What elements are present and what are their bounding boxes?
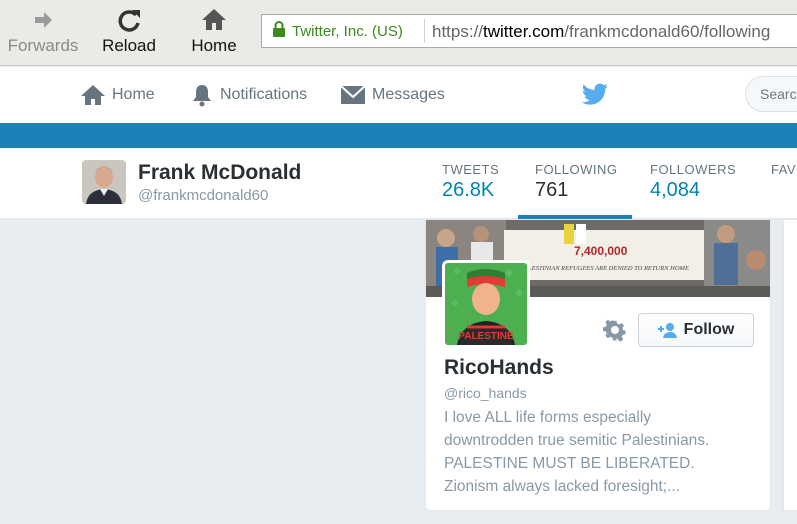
profile-name[interactable]: Frank McDonald xyxy=(138,161,301,185)
nav-notifications-label: Notifications xyxy=(220,86,308,103)
home-button[interactable]: Home xyxy=(174,4,254,62)
banner-sign-text: PALESTINIAN REFUGEES ARE DENIED TO RETUR… xyxy=(520,265,689,272)
browser-toolbar: Forwards Reload Home Twitter, Inc. (US) … xyxy=(0,0,797,66)
stat-label: FAV xyxy=(771,162,797,177)
search-input[interactable] xyxy=(760,86,797,102)
gear-icon xyxy=(603,319,626,342)
twitter-bird-logo[interactable] xyxy=(581,83,609,112)
card-user-name[interactable]: RicoHands xyxy=(444,356,554,380)
nav-home[interactable]: Home xyxy=(80,82,155,108)
bell-icon xyxy=(193,85,211,107)
url-domain: twitter.com xyxy=(483,22,565,41)
user-actions-gear-button[interactable] xyxy=(603,318,627,342)
forwards-button[interactable]: Forwards xyxy=(3,4,83,62)
stat-label: FOLLOWING xyxy=(535,162,618,177)
stat-value: 761 xyxy=(535,179,569,201)
nav-notifications[interactable]: Notifications xyxy=(190,82,307,108)
avatar-slogan: PALESTINE xyxy=(458,331,514,342)
url-path: /frankmcdonald60/following xyxy=(564,22,771,41)
twitter-top-nav: Home Notifications Messages xyxy=(0,67,797,123)
card-avatar[interactable]: PALESTINE xyxy=(442,260,530,348)
profile-nav-bar: Frank McDonald @frankmcdonald60 TWEETS 2… xyxy=(0,148,797,219)
envelope-icon xyxy=(340,85,366,104)
stat-label: TWEETS xyxy=(442,162,500,177)
card-user-bio: I love ALL life forms especially downtro… xyxy=(444,409,710,495)
add-user-icon xyxy=(657,323,677,338)
forwards-label: Forwards xyxy=(7,36,79,55)
nav-home-label: Home xyxy=(112,86,155,103)
site-identity-badge[interactable]: Twitter, Inc. (US) xyxy=(272,20,403,42)
reload-icon xyxy=(89,4,169,36)
stat-tweets[interactable]: TWEETS 26.8K xyxy=(442,162,499,202)
nav-messages-label: Messages xyxy=(372,86,445,103)
next-user-card-partial xyxy=(783,219,797,511)
stat-following[interactable]: FOLLOWING 761 xyxy=(535,162,618,202)
home-label: Home xyxy=(191,36,237,55)
home-icon xyxy=(81,85,105,105)
profile-header-band xyxy=(0,123,797,148)
stat-label: FOLLOWERS xyxy=(650,162,737,177)
profile-avatar[interactable] xyxy=(82,160,126,204)
secure-org-name: Twitter, Inc. (US) xyxy=(292,22,403,40)
url-prefix: https:// xyxy=(432,22,484,41)
stat-followers[interactable]: FOLLOWERS 4,084 xyxy=(650,162,736,202)
forward-arrow-icon xyxy=(3,4,83,36)
nav-messages[interactable]: Messages xyxy=(340,82,445,108)
stat-value: 26.8K xyxy=(442,179,495,201)
card-user-handle[interactable]: @rico_hands xyxy=(444,385,527,401)
reload-button[interactable]: Reload xyxy=(89,4,169,62)
profile-handle[interactable]: @frankmcdonald60 xyxy=(138,187,268,204)
user-card: 7,400,000 PALESTINIAN REFUGEES ARE DENIE… xyxy=(425,219,771,511)
url-text[interactable]: https://twitter.com/frankmcdonald60/foll… xyxy=(432,22,770,42)
url-divider xyxy=(424,19,425,43)
search-box[interactable] xyxy=(745,76,797,112)
follow-button[interactable]: Follow xyxy=(638,313,754,347)
address-bar[interactable]: Twitter, Inc. (US) https://twitter.com/f… xyxy=(261,14,797,48)
follow-button-label: Follow xyxy=(683,321,735,338)
lock-icon xyxy=(272,20,286,43)
reload-label: Reload xyxy=(102,36,156,55)
stat-favorites[interactable]: FAV xyxy=(771,162,796,179)
home-icon xyxy=(174,4,254,36)
banner-sign-number: 7,400,000 xyxy=(574,244,628,258)
stat-value: 4,084 xyxy=(650,179,701,201)
